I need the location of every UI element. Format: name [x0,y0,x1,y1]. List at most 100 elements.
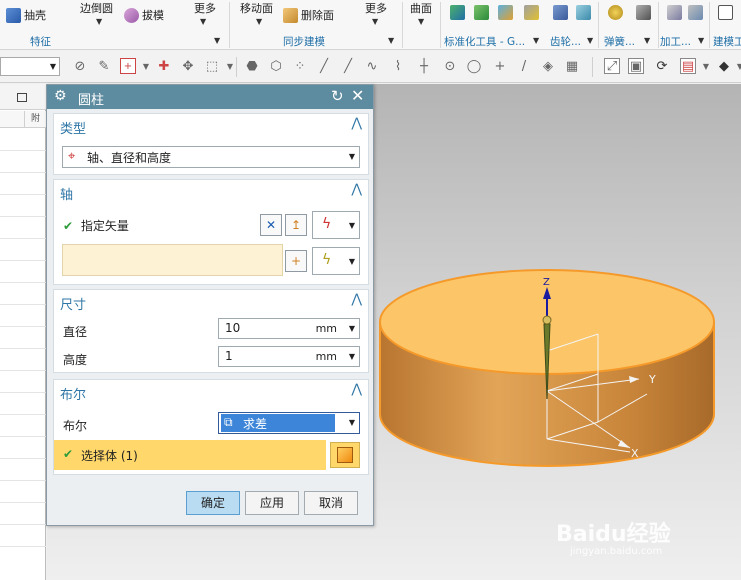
gear-tool-2-icon[interactable] [576,5,591,20]
center-icon[interactable]: ⊙ [442,58,458,74]
navigator-row [0,216,46,217]
select-body-button[interactable] [330,442,360,468]
section-boolean-header[interactable]: 布尔 ⋀ [54,380,368,403]
edge-round-dropdown-icon[interactable]: ▼ [96,17,102,26]
collapse-icon[interactable]: ⋀ [351,116,362,131]
machining-tool-2-icon[interactable] [688,5,703,20]
draft-button[interactable]: 拔模 [124,7,164,23]
point-cloud-icon[interactable]: ⁘ [292,58,308,74]
group-machining-more-icon[interactable]: ▼ [698,36,704,45]
ok-button[interactable]: 确定 [186,491,240,515]
collapse-icon[interactable]: ⋀ [351,182,362,197]
std-tool-2-icon[interactable] [474,5,489,20]
shell-button[interactable]: 抽壳 [6,7,46,23]
navigator-row [0,480,46,481]
point-type-dropdown[interactable]: ϟ ▼ [312,247,360,275]
std-tool-1-icon[interactable] [450,5,465,20]
cancel-button[interactable]: 取消 [304,491,358,515]
edge-round-button[interactable]: 边倒圆 [80,0,113,16]
std-tool-4-icon[interactable] [524,5,539,20]
height-label: 高度 [63,353,88,367]
chevron-down-icon[interactable]: ▼ [349,324,355,333]
dialog-title-bar[interactable]: ⚙ 圆柱 ↻ ✕ [47,85,373,109]
quadrant-icon[interactable]: ◯ [466,58,482,74]
section-type-header[interactable]: 类型 ⋀ [54,114,368,137]
boolean-select[interactable]: ⧉ 求差 ▼ [218,412,360,434]
select-body-row[interactable]: ✔ 选择体 (1) [54,440,326,470]
maximize-icon[interactable] [17,93,27,102]
group-sync-more-icon[interactable]: ▼ [388,36,394,45]
delete-face-button[interactable]: 删除面 [283,7,334,23]
end-point-icon[interactable]: / [516,58,532,74]
deselect-icon[interactable]: ⊘ [72,58,88,74]
surface-dropdown-icon[interactable]: ▼ [418,17,424,26]
more-sync-button[interactable]: 更多 [365,0,387,16]
fit-view-icon[interactable]: ⤢ [604,58,620,74]
reset-icon[interactable]: ↻ [331,87,344,105]
vector-type-dropdown[interactable]: ϟ ▼ [312,211,360,239]
pick-icon[interactable]: ✚ [156,58,172,74]
type-select[interactable]: ⌖ 轴、直径和高度 ▼ [62,146,360,168]
close-icon[interactable]: ✕ [351,86,364,105]
more-feature-button[interactable]: 更多 [194,0,216,16]
diameter-input[interactable]: 10 mm ▼ [218,318,360,339]
zoom-icon[interactable]: ▣ [628,58,644,74]
column-header-icon[interactable]: 附 [24,111,46,128]
spline-icon[interactable]: ⌇ [390,58,406,74]
view-orient-icon[interactable]: ▤ [680,58,696,74]
section-dimensions-header[interactable]: 尺寸 ⋀ [54,290,368,313]
more-feature-dropdown-icon[interactable]: ▼ [200,17,206,26]
height-input[interactable]: 1 mm ▼ [218,346,360,367]
watermark-logo: Baidu经验 [556,522,671,547]
intersection-icon[interactable]: ┼ [416,58,432,74]
section-axis-header[interactable]: 轴 ⋀ [54,180,368,203]
group-spring-more-icon[interactable]: ▼ [644,36,650,45]
more-sync-dropdown-icon[interactable]: ▼ [372,17,378,26]
surface-point-icon[interactable]: ◈ [540,58,556,74]
face-icon[interactable]: ⬡ [268,58,284,74]
move-face-dropdown-icon[interactable]: ▼ [256,17,262,26]
chevron-down-icon[interactable]: ▼ [698,58,714,74]
surface-button[interactable]: 曲面 [410,0,432,16]
spring-tool-2-icon[interactable] [636,5,651,20]
snap-icon[interactable]: ✥ [180,58,196,74]
rotate-icon[interactable]: ⟳ [654,58,670,74]
filter-icon[interactable]: ✎ [96,58,112,74]
cross-icon[interactable]: + [492,58,508,74]
select-all-icon[interactable]: + [120,58,136,74]
spring-tool-icon[interactable] [608,5,623,20]
line-icon[interactable]: ╱ [316,58,332,74]
navigator-header [0,84,46,110]
grid-icon[interactable]: ▦ [564,58,580,74]
group-gear-more-icon[interactable]: ▼ [587,36,593,45]
section-axis: 轴 ⋀ ✔ 指定矢量 ✕ ↥ ϟ ▼ + ϟ ▼ [53,179,369,285]
reverse-direction-button[interactable]: ✕ [260,214,282,236]
collapse-icon[interactable]: ⋀ [351,292,362,307]
group-std-more-icon[interactable]: ▼ [533,36,539,45]
chevron-down-icon[interactable]: ▼ [138,58,154,74]
gear-icon[interactable]: ⚙ [54,88,67,104]
curve-icon[interactable]: ∿ [364,58,380,74]
line-2-icon[interactable]: ╱ [340,58,356,74]
std-tool-3-icon[interactable] [498,5,513,20]
render-style-icon[interactable]: ◆ [716,58,732,74]
selection-filter-combo[interactable]: ▼ [0,57,60,76]
chevron-down-icon[interactable]: ▼ [732,58,741,74]
point-dialog-button[interactable]: + [285,250,307,272]
collapse-icon[interactable]: ⋀ [351,382,362,397]
box-select-icon[interactable]: ⬚ [204,58,220,74]
move-face-button[interactable]: 移动面 [240,0,273,16]
group-feature-more-icon[interactable]: ▼ [214,36,220,45]
machining-tool-icon[interactable] [667,5,682,20]
vector-dialog-button[interactable]: ↥ [285,214,307,236]
solid-body-icon[interactable]: ⬣ [244,58,260,74]
point-selection-area[interactable] [62,244,283,276]
chevron-down-icon[interactable]: ▼ [349,352,355,361]
apply-button[interactable]: 应用 [245,491,299,515]
delete-face-icon [283,7,298,23]
gear-tool-1-icon[interactable] [553,5,568,20]
origin-handle[interactable] [542,315,552,325]
z-axis-label: Z [543,277,550,288]
vector-lightning-icon: ϟ [322,216,332,232]
modeling-tool-icon[interactable] [718,5,733,20]
